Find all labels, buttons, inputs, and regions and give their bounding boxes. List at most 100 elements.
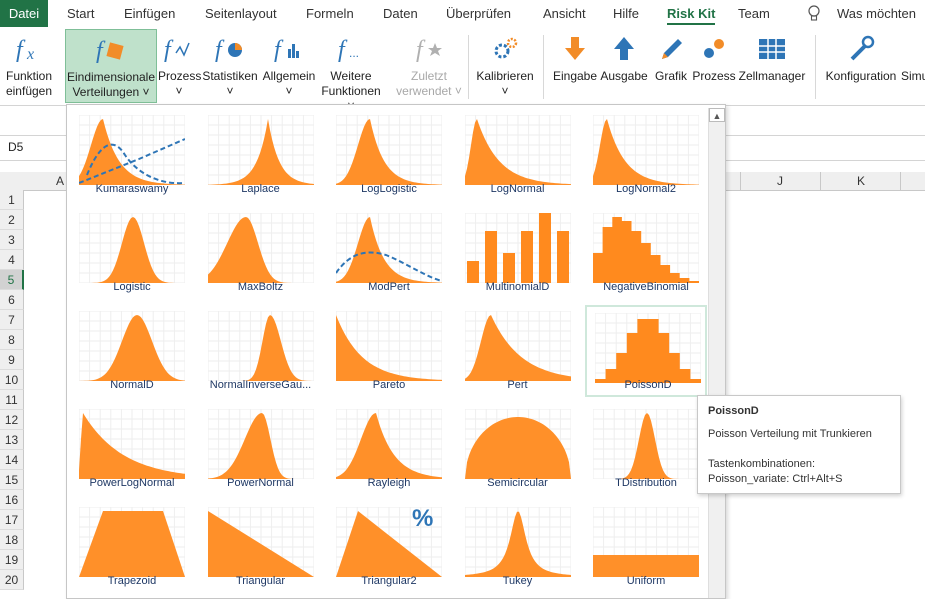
- weitere-funktionen-button[interactable]: f... WeitereFunktionen ˅: [320, 29, 382, 113]
- tab-datei[interactable]: Datei: [0, 0, 48, 27]
- name-box[interactable]: D5: [2, 137, 69, 157]
- row-header[interactable]: 16: [0, 490, 24, 510]
- gallery-item-pareto[interactable]: Pareto: [328, 305, 450, 397]
- row-header[interactable]: 10: [0, 370, 24, 390]
- tell-me-search[interactable]: Was möchten S: [837, 0, 925, 48]
- gallery-item-semicircular[interactable]: Semicircular: [457, 403, 579, 495]
- eindimensionale-verteilungen-button[interactable]: f Eindimensionale Verteilungen ˅: [65, 29, 157, 103]
- gallery-item-pert[interactable]: Pert: [457, 305, 579, 397]
- column-divider: [740, 172, 741, 190]
- row-header[interactable]: 7: [0, 310, 24, 330]
- percent-badge: %: [412, 505, 434, 532]
- row-header[interactable]: 19: [0, 550, 24, 570]
- tab-einfuegen[interactable]: Einfügen: [124, 0, 175, 27]
- tab-team[interactable]: Team: [738, 0, 770, 27]
- gallery-scrollbar[interactable]: ▲: [708, 108, 725, 598]
- kalibrieren-button[interactable]: Kalibrieren ˅: [474, 29, 536, 103]
- row-header[interactable]: 3: [0, 230, 24, 250]
- distribution-thumbnail: [79, 507, 185, 577]
- gallery-item-kumaraswamy[interactable]: Kumaraswamy: [71, 109, 193, 201]
- gallery-item-lognormal[interactable]: LogNormal: [457, 109, 579, 201]
- gallery-item-label: MultinomialD: [485, 281, 550, 293]
- tab-risk-kit[interactable]: Risk Kit: [667, 0, 716, 27]
- distribution-thumbnail: [336, 409, 442, 479]
- gallery-item-triangular2[interactable]: Triangular2%: [328, 501, 450, 593]
- label: Konfiguration: [825, 69, 897, 83]
- gallery-item-powerlognormal[interactable]: PowerLogNormal: [71, 403, 193, 495]
- row-header[interactable]: 11: [0, 390, 24, 410]
- gallery-item-rayleigh[interactable]: Rayleigh: [328, 403, 450, 495]
- gallery-item-laplace[interactable]: Laplace: [200, 109, 322, 201]
- row-header[interactable]: 18: [0, 530, 24, 550]
- simulation-button[interactable]: Simu: [901, 29, 925, 103]
- gallery-item-lognormal2[interactable]: LogNormal2: [585, 109, 707, 201]
- gallery-item-poissond[interactable]: PoissonD: [585, 305, 707, 397]
- gallery-item-tukey[interactable]: Tukey: [457, 501, 579, 593]
- distribution-thumbnail: [336, 311, 442, 381]
- gears-icon: [494, 37, 518, 59]
- row-header[interactable]: 6: [0, 290, 24, 310]
- allgemein-button[interactable]: f Allgemein ˅: [260, 29, 318, 103]
- gallery-item-label: PoissonD: [624, 379, 672, 391]
- eingabe-button[interactable]: Eingabe: [552, 29, 598, 103]
- row-header[interactable]: 17: [0, 510, 24, 530]
- gallery-item-modpert[interactable]: ModPert: [328, 207, 450, 299]
- row-header[interactable]: 1: [0, 190, 24, 210]
- row-header[interactable]: 8: [0, 330, 24, 350]
- pencil-icon: [662, 39, 682, 59]
- gallery-item-multinomiald[interactable]: MultinomialD: [457, 207, 579, 299]
- gallery-item-uniform[interactable]: Uniform: [585, 501, 707, 593]
- konfiguration-button[interactable]: Konfiguration: [822, 29, 900, 103]
- gallery-item-loglogistic[interactable]: LogLogistic: [328, 109, 450, 201]
- gallery-item-triangular[interactable]: Triangular: [200, 501, 322, 593]
- column-a[interactable]: A: [56, 172, 64, 190]
- distribution-thumbnail: [79, 409, 185, 479]
- row-header[interactable]: 4: [0, 250, 24, 270]
- tab-ansicht[interactable]: Ansicht: [543, 0, 586, 27]
- gallery-item-negativebinomial[interactable]: NegativeBinomial: [585, 207, 707, 299]
- distribution-thumbnail: [593, 409, 699, 479]
- tooltip-description: Poisson Verteilung mit Trunkieren: [708, 428, 872, 440]
- tab-ueberpruefen[interactable]: Überprüfen: [446, 0, 511, 27]
- label: Eindimensionale: [66, 70, 156, 84]
- tab-daten[interactable]: Daten: [383, 0, 418, 27]
- statistiken-button[interactable]: f Statistiken ˅: [201, 29, 259, 103]
- gallery-item-label: LogNormal: [490, 183, 545, 195]
- gallery-item-normald[interactable]: NormalD: [71, 305, 193, 397]
- row-header[interactable]: 9: [0, 350, 24, 370]
- row-header[interactable]: 2: [0, 210, 24, 230]
- gallery-item-powernormal[interactable]: PowerNormal: [200, 403, 322, 495]
- row-header[interactable]: 13: [0, 430, 24, 450]
- gallery-item-maxboltz[interactable]: MaxBoltz: [200, 207, 322, 299]
- gallery-item-logistic[interactable]: Logistic: [71, 207, 193, 299]
- gallery-item-label: NormalD: [110, 379, 154, 391]
- tab-start[interactable]: Start: [67, 0, 94, 27]
- label: Verteilungen ˅: [72, 85, 150, 99]
- row-header[interactable]: 12: [0, 410, 24, 430]
- prozess-button[interactable]: f Prozess ˅: [158, 29, 201, 103]
- fx-pie-icon: f: [215, 37, 242, 63]
- tab-hilfe[interactable]: Hilfe: [613, 0, 639, 27]
- row-header[interactable]: 14: [0, 450, 24, 470]
- scroll-up-arrow-icon[interactable]: ▲: [709, 108, 725, 122]
- funktion-einfuegen-button[interactable]: fx Funktion einfügen: [0, 29, 58, 103]
- column-k[interactable]: K: [857, 172, 865, 190]
- tab-seitenlayout[interactable]: Seitenlayout: [205, 0, 277, 27]
- ausgabe-button[interactable]: Ausgabe: [599, 29, 649, 103]
- column-j[interactable]: J: [777, 172, 783, 190]
- label: ˅: [175, 84, 183, 98]
- tooltip-title: PoissonD: [708, 405, 759, 417]
- row-header[interactable]: 5: [0, 270, 24, 290]
- grafik-button[interactable]: Grafik: [652, 29, 690, 103]
- gallery-item-normalinversegau[interactable]: NormalInverseGau...: [200, 305, 322, 397]
- label: Zellmanager: [738, 69, 806, 83]
- zellmanager-button[interactable]: Zellmanager: [738, 29, 806, 103]
- gallery-item-tdistribution[interactable]: TDistribution: [585, 403, 707, 495]
- prozess-output-button[interactable]: Prozess: [692, 29, 736, 103]
- svg-text:f: f: [96, 38, 106, 64]
- row-header[interactable]: 20: [0, 570, 24, 590]
- row-header[interactable]: 15: [0, 470, 24, 490]
- zuletzt-verwendet-button[interactable]: f Zuletzt verwendet ˅: [396, 29, 462, 103]
- gallery-item-trapezoid[interactable]: Trapezoid: [71, 501, 193, 593]
- tab-formeln[interactable]: Formeln: [306, 0, 354, 27]
